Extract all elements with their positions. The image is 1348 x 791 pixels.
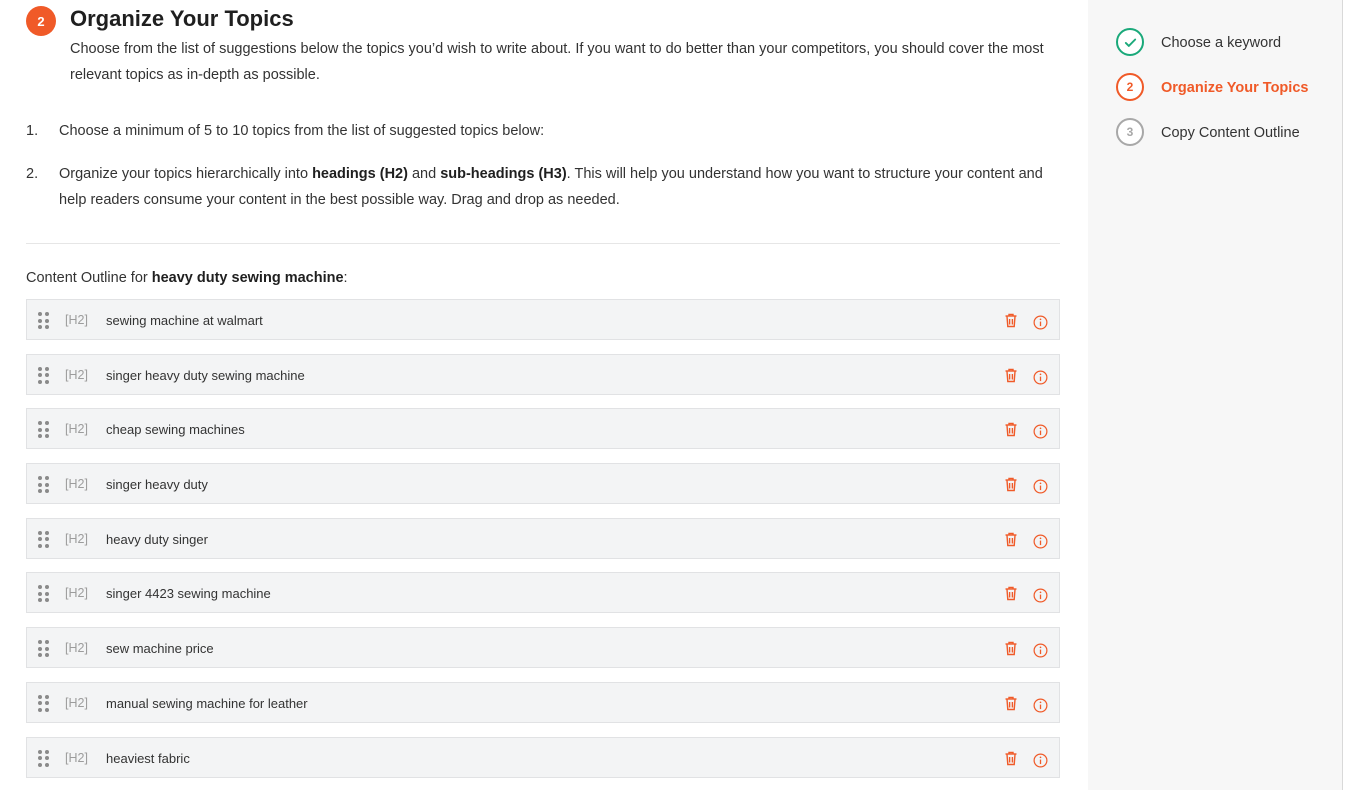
heading-level-tag: [H2] xyxy=(65,422,88,437)
info-icon[interactable] xyxy=(1033,370,1048,385)
trash-icon[interactable] xyxy=(1004,641,1018,656)
wizard-step-label: Choose a keyword xyxy=(1161,35,1282,51)
wizard-step-label: Copy Content Outline xyxy=(1161,125,1300,141)
trash-icon[interactable] xyxy=(1004,422,1018,437)
instruction-list: 1. Choose a minimum of 5 to 10 topics fr… xyxy=(26,118,1060,213)
info-icon[interactable] xyxy=(1033,753,1048,768)
heading-level-tag: [H2] xyxy=(65,586,88,601)
info-icon[interactable] xyxy=(1033,698,1048,713)
trash-icon[interactable] xyxy=(1004,477,1018,492)
topic-text: heavy duty singer xyxy=(106,531,208,547)
trash-icon[interactable] xyxy=(1004,368,1018,383)
headings-h2-term: headings (H2) xyxy=(312,166,408,182)
topic-row[interactable]: [H2] singer heavy duty xyxy=(26,463,1060,505)
wizard-step-circle xyxy=(1116,28,1144,56)
topic-row[interactable]: [H2] heavy duty singer xyxy=(26,517,1060,559)
outline-label-prefix: Content Outline for xyxy=(26,270,152,286)
info-icon[interactable] xyxy=(1033,643,1048,658)
wizard-step-circle: 2 xyxy=(1116,73,1144,101)
instruction-text: Organize your topics hierarchically into… xyxy=(59,161,1060,213)
topic-row[interactable]: [H2] heaviest fabric xyxy=(26,736,1060,778)
topic-text: heaviest fabric xyxy=(106,750,190,766)
drag-handle-icon[interactable] xyxy=(38,530,50,548)
outline-label-suffix: : xyxy=(343,270,348,286)
info-icon[interactable] xyxy=(1033,424,1048,439)
intro-text: Choose from the list of suggestions belo… xyxy=(70,41,1044,83)
heading-level-tag: [H2] xyxy=(65,750,88,765)
topic-text: sewing machine at walmart xyxy=(106,313,263,328)
trash-icon[interactable] xyxy=(1004,751,1018,766)
wizard-step-circle: 3 xyxy=(1116,118,1144,146)
checkmark-icon xyxy=(1124,38,1136,47)
trash-icon[interactable] xyxy=(1004,586,1018,601)
drag-handle-icon[interactable] xyxy=(38,421,50,439)
info-icon[interactable] xyxy=(1033,315,1048,330)
drag-handle-icon[interactable] xyxy=(38,585,50,603)
info-icon[interactable] xyxy=(1033,479,1048,494)
heading-level-tag: [H2] xyxy=(65,695,88,710)
info-icon[interactable] xyxy=(1033,534,1048,549)
trash-icon[interactable] xyxy=(1004,313,1018,328)
instruction-text-part: Organize your topics hierarchically into xyxy=(59,166,313,182)
topic-row[interactable]: [H2] manual sewing machine for leather xyxy=(26,681,1060,723)
section-divider xyxy=(26,243,1060,244)
instruction-text: Choose a minimum of 5 to 10 topics from … xyxy=(59,123,545,139)
topic-text: manual sewing machine for leather xyxy=(106,695,308,711)
heading-level-tag: [H2] xyxy=(65,531,88,546)
content-outline-label: Content Outline for heavy duty sewing ma… xyxy=(26,270,348,286)
topic-text: singer 4423 sewing machine xyxy=(106,586,271,602)
instruction-item: 2. Organize your topics hierarchically i… xyxy=(26,161,1060,213)
topic-row[interactable]: [H2] sewing machine at walmart xyxy=(26,299,1060,340)
topic-row[interactable]: [H2] singer heavy duty sewing machine xyxy=(26,353,1060,395)
subheadings-h3-term: sub-headings (H3) xyxy=(440,166,567,182)
topic-row[interactable]: [H2] singer 4423 sewing machine xyxy=(26,572,1060,614)
topic-text: singer heavy duty xyxy=(106,477,208,493)
progress-sidebar: Choose a keyword 2 Organize Your Topics 3 Co… xyxy=(1088,0,1343,790)
drag-handle-icon[interactable] xyxy=(38,749,50,767)
drag-handle-icon[interactable] xyxy=(38,366,50,384)
instruction-item: 1. Choose a minimum of 5 to 10 topics fr… xyxy=(26,118,1060,161)
instruction-number: 1. xyxy=(26,123,39,139)
drag-handle-icon[interactable] xyxy=(38,476,50,494)
topic-text: sew machine price xyxy=(106,641,214,657)
wizard-step-label: Organize Your Topics xyxy=(1161,80,1309,96)
drag-handle-icon[interactable] xyxy=(38,312,50,329)
page-title: Organize Your Topics xyxy=(70,6,294,31)
heading-level-tag: [H2] xyxy=(65,313,88,327)
drag-handle-icon[interactable] xyxy=(38,640,50,658)
topic-row[interactable]: [H2] sew machine price xyxy=(26,627,1060,669)
heading-level-tag: [H2] xyxy=(65,477,88,492)
heading-level-tag: [H2] xyxy=(65,367,88,382)
topic-text: singer heavy duty sewing machine xyxy=(106,367,305,383)
main-content: 2 Organize Your Topics Choose from the l… xyxy=(0,0,1088,790)
topic-row[interactable]: [H2] cheap sewing machines xyxy=(26,408,1060,450)
topic-outline-list: [H2] sewing machine at walmart [H2] singer … xyxy=(26,299,1060,791)
topic-text: cheap sewing machines xyxy=(106,422,245,438)
drag-handle-icon[interactable] xyxy=(38,694,50,712)
heading-level-tag: [H2] xyxy=(65,641,88,656)
instruction-number: 2. xyxy=(26,166,39,182)
instruction-text-part: and xyxy=(407,166,441,182)
outline-keyword: heavy duty sewing machine xyxy=(151,270,344,286)
step-number-badge: 2 xyxy=(26,6,56,36)
wizard-step-number: 3 xyxy=(1126,125,1134,139)
trash-icon[interactable] xyxy=(1004,696,1018,711)
trash-icon[interactable] xyxy=(1004,532,1018,547)
info-icon[interactable] xyxy=(1033,588,1048,603)
wizard-step-number: 2 xyxy=(1126,80,1134,94)
